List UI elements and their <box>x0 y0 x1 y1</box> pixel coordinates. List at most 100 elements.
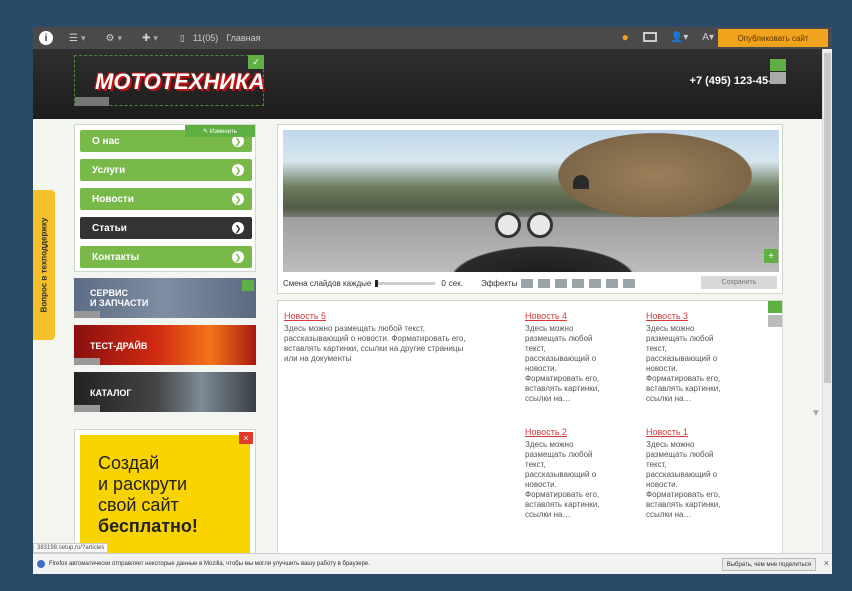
page-id: 11(05) <box>192 33 219 43</box>
nav-item-articles[interactable]: Статьи ❯ <box>80 217 252 239</box>
effect-button[interactable] <box>537 277 552 289</box>
effects-label: Эффекты <box>480 278 518 288</box>
chevron-down-icon: ▾ <box>153 32 158 43</box>
slide-interval-label: Смена слайдов каждые <box>283 278 372 288</box>
chevron-down-icon: ▾ <box>117 32 122 43</box>
close-icon[interactable]: × <box>824 558 829 568</box>
support-tab-label: Вопрос в техподдержку <box>39 217 49 313</box>
promo-ad[interactable]: Создай и раскрути свой сайт бесплатно! × <box>74 429 256 559</box>
banner-service[interactable]: СЕРВИС И ЗАПЧАСТИ <box>74 278 256 318</box>
banner-tag <box>74 358 100 365</box>
slide-image <box>283 130 779 272</box>
admin-toolbar: i ☰ ▾ ⚙ ▾ ✚ ▾ ▯ 11(05) Главная ● 👤▾ A▾ Опуб… <box>33 27 832 49</box>
banner-service-line2: И ЗАПЧАСТИ <box>90 298 149 308</box>
chevron-down-icon[interactable]: ▼ <box>811 408 821 419</box>
notification-bar: Firefox автоматически отправляет некотор… <box>33 553 832 574</box>
save-slider-button[interactable]: Сохранить <box>701 276 777 289</box>
news-block: Новость 5 Здесь можно размещать любой те… <box>277 300 783 559</box>
news-item: Новость 1 Здесь можно размещать любой те… <box>646 427 832 520</box>
ad-line-3: свой сайт <box>98 495 179 515</box>
banner-catalog[interactable]: КАТАЛОГ <box>74 372 256 412</box>
header-settings-icon[interactable] <box>770 72 786 84</box>
edit-banner-icon[interactable] <box>242 280 254 291</box>
effect-button[interactable] <box>571 277 586 289</box>
info-icon <box>37 560 45 568</box>
current-page-info[interactable]: ▯ 11(05) Главная <box>180 33 261 44</box>
notification-text: Firefox автоматически отправляет некотор… <box>49 561 370 567</box>
star-icon[interactable]: ● <box>622 30 629 44</box>
chevron-down-icon: ▾ <box>80 32 86 43</box>
news-text: Здесь можно размещать любой текст, расск… <box>646 324 721 403</box>
nav-item-label: Новости <box>92 193 134 205</box>
site-header: МОТОТЕХНИКА ✓ +7 (495) 123-45-67 <box>33 49 832 119</box>
user-menu-icon[interactable]: 👤▾ <box>671 32 688 43</box>
nav-item-label: О нас <box>92 135 120 147</box>
page-name: Главная <box>226 33 261 43</box>
slide-gauge-right <box>527 212 553 238</box>
pages-menu-button[interactable]: ☰ ▾ <box>65 31 90 46</box>
edit-header-icon[interactable] <box>770 59 786 71</box>
news-text: Здесь можно размещать любой текст, расск… <box>525 440 600 519</box>
chevron-right-icon: ❯ <box>232 164 244 176</box>
banner-test-label: ТЕСТ-ДРАЙВ <box>90 341 148 351</box>
main-menu: О нас ❯ Услуги ❯ Новости ❯ Статьи ❯ Конт… <box>74 124 256 272</box>
news-title-link[interactable]: Новость 5 <box>284 311 479 321</box>
slider-controls: Смена слайдов каждые 0 сек. Эффекты Сохр… <box>283 275 779 291</box>
news-title-link[interactable]: Новость 3 <box>646 311 832 321</box>
info-icon[interactable]: i <box>39 31 53 45</box>
add-menu-button[interactable]: ✚ ▾ <box>138 31 162 46</box>
page-content: О нас ❯ Услуги ❯ Новости ❯ Статьи ❯ Конт… <box>33 119 822 559</box>
chevron-right-icon: ❯ <box>232 193 244 205</box>
slide-gauge-left <box>495 212 521 238</box>
banner-tag <box>74 405 100 412</box>
effect-button[interactable] <box>588 277 603 289</box>
list-icon: ☰ <box>69 32 78 44</box>
effect-button[interactable] <box>605 277 620 289</box>
edit-slider-icon[interactable]: + <box>764 249 778 263</box>
slide-interval-unit: сек. <box>448 278 463 288</box>
effect-button[interactable] <box>622 277 637 289</box>
ad-line-4: бесплатно! <box>98 516 198 536</box>
status-bar-url: 383198.setup.ru/?articles <box>33 543 109 553</box>
banner-test-drive[interactable]: ТЕСТ-ДРАЙВ <box>74 325 256 365</box>
edit-menu-button[interactable]: ✎ Изменить <box>185 125 255 137</box>
publish-site-button[interactable]: Опубликовать сайт <box>718 29 828 47</box>
news-title-link[interactable]: Новость 1 <box>646 427 832 437</box>
monitor-icon[interactable] <box>642 32 657 42</box>
settings-menu-button[interactable]: ⚙ ▾ <box>102 31 127 46</box>
choose-sharing-button[interactable]: Выбрать, чем мне поделиться <box>721 558 816 571</box>
nav-item-label: Статьи <box>92 222 127 234</box>
nav-item-services[interactable]: Услуги ❯ <box>80 159 252 181</box>
edit-logo-icon[interactable]: ✓ <box>248 55 264 69</box>
close-ad-icon[interactable]: × <box>239 432 253 444</box>
site-logo[interactable]: МОТОТЕХНИКА <box>95 69 265 95</box>
promo-ad-body[interactable]: Создай и раскрути свой сайт бесплатно! <box>80 435 250 557</box>
banner-service-line1: СЕРВИС <box>90 288 128 298</box>
news-text: Здесь можно размещать любой текст, расск… <box>646 440 721 519</box>
nav-item-label: Услуги <box>92 164 126 176</box>
banner-tag <box>74 311 100 318</box>
browser-window: i ☰ ▾ ⚙ ▾ ✚ ▾ ▯ 11(05) Главная ● 👤▾ A▾ Опуб… <box>33 27 832 574</box>
slide-interval-value: 0 <box>441 278 446 288</box>
page-icon: ▯ <box>179 32 185 43</box>
news-settings-icon[interactable] <box>768 315 782 327</box>
chevron-right-icon: ❯ <box>232 222 244 234</box>
news-item: Новость 3 Здесь можно размещать любой те… <box>646 311 832 404</box>
nav-item-news[interactable]: Новости ❯ <box>80 188 252 210</box>
chevron-right-icon: ❯ <box>232 251 244 263</box>
news-text: Здесь можно размещать любой текст, расск… <box>284 324 466 363</box>
edit-news-icon[interactable] <box>768 301 782 313</box>
image-slider: + Смена слайдов каждые 0 сек. Эффекты Со… <box>277 124 783 294</box>
logo-tag <box>75 97 109 106</box>
logo-container[interactable]: МОТОТЕХНИКА ✓ <box>74 55 265 106</box>
effect-button[interactable] <box>520 277 535 289</box>
ad-line-2: и раскрути <box>98 474 188 494</box>
banner-catalog-label: КАТАЛОГ <box>90 388 132 398</box>
news-item: Новость 5 Здесь можно размещать любой те… <box>284 311 479 364</box>
slide-interval-slider[interactable] <box>375 279 436 287</box>
nav-item-label: Контакты <box>92 251 140 263</box>
nav-item-contacts[interactable]: Контакты ❯ <box>80 246 252 268</box>
font-menu-icon[interactable]: A▾ <box>702 32 714 43</box>
support-tab[interactable]: Вопрос в техподдержку <box>33 190 55 340</box>
effect-button[interactable] <box>554 277 569 289</box>
